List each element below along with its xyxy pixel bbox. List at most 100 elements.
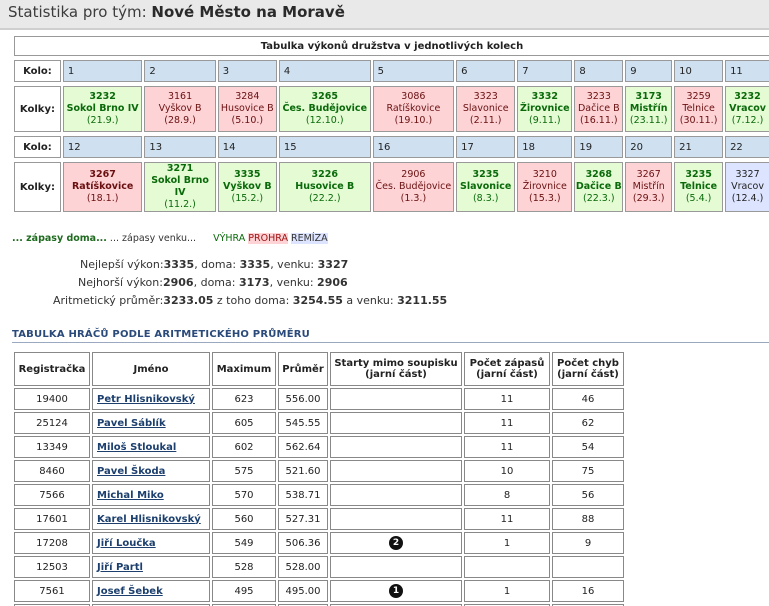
maximum-cell: 549: [212, 532, 276, 554]
round-number: 20: [625, 136, 673, 158]
rounds-table: Tabulka výkonů družstva v jednotlivých k…: [12, 36, 769, 212]
errors-cell: 9: [552, 532, 624, 554]
table-row: 8460 Pavel Škoda 575 521.60 10 75: [14, 460, 624, 482]
round-score: 3235: [685, 169, 712, 180]
round-opponent: Žirovnice: [522, 181, 567, 192]
average-cell: 538.71: [278, 484, 328, 506]
player-link[interactable]: Josef Šebek: [97, 586, 163, 597]
kolo-label: Kolo:: [14, 136, 61, 158]
round-number: 15: [278, 136, 371, 158]
round-result: 3232 Sokol Brno IV (21.9.): [62, 86, 143, 132]
round-number: 11: [725, 60, 769, 82]
round-number: 10: [674, 60, 724, 82]
legend: ... zápasy doma... ... zápasy venku... V…: [12, 233, 328, 244]
round-number: 13: [144, 136, 216, 158]
maximum-cell: 528: [212, 556, 276, 578]
round-date: (1.3.): [400, 193, 427, 204]
round-opponent: Vracov: [729, 103, 766, 114]
round-date: (12.10.): [305, 115, 344, 126]
round-score: 3173: [635, 91, 662, 102]
errors-cell: 54: [552, 436, 624, 458]
content-area: Tabulka výkonů družstva v jednotlivých k…: [0, 28, 769, 606]
round-score: 3235: [472, 169, 499, 180]
kolky-label: Kolky:: [14, 86, 61, 132]
player-link[interactable]: Pavel Škoda: [97, 466, 165, 477]
table-row: 17208 Jiří Loučka 549 506.36 2 1 9: [14, 532, 624, 554]
round-date: (5.4.): [685, 193, 712, 204]
registration-cell: 25124: [14, 412, 90, 434]
player-link[interactable]: Jiří Partl: [97, 562, 143, 573]
registration-cell: 7566: [14, 484, 90, 506]
round-result: 3210 Žirovnice (15.3.): [517, 162, 573, 212]
round-score: 3323: [473, 91, 498, 102]
round-result: 3265 Čes. Budějovice (12.10.): [278, 86, 371, 132]
player-link[interactable]: Karel Hlisnikovský: [97, 514, 201, 525]
page-title: Statistika pro tým: Nové Město na Moravě: [8, 3, 345, 21]
round-date: (23.11.): [629, 115, 668, 126]
round-number: 18: [517, 136, 573, 158]
round-result: 3161 Vyškov B (28.9.): [144, 86, 216, 132]
player-link[interactable]: Pavel Sáblík: [97, 418, 166, 429]
round-number: 2: [144, 60, 216, 82]
player-link[interactable]: Miloš Stloukal: [97, 442, 176, 453]
legend-away: ... zápasy venku...: [106, 233, 197, 244]
table-row: 17601 Karel Hlisnikovský 560 527.31 11 88: [14, 508, 624, 530]
table-row: 12503 Jiří Partl 528 528.00: [14, 556, 624, 578]
player-link[interactable]: Petr Hlisnikovský: [97, 394, 195, 405]
round-score: 3233: [586, 91, 611, 102]
round-score: 3226: [311, 169, 338, 180]
round-opponent: Ratíškovice: [386, 103, 441, 114]
average-cell: 562.64: [278, 436, 328, 458]
name-cell: Jiří Partl: [92, 556, 210, 578]
round-score: 3267: [89, 169, 116, 180]
name-cell: Petr Hlisnikovský: [92, 388, 210, 410]
matches-cell: 11: [464, 388, 550, 410]
legend-win: VÝHRA: [213, 233, 246, 244]
round-result: 2906 Čes. Budějovice (1.3.): [372, 162, 455, 212]
table-row: 25124 Pavel Sáblík 605 545.55 11 62: [14, 412, 624, 434]
round-number: 3: [217, 60, 277, 82]
round-score: 3265: [311, 91, 338, 102]
round-score: 3268: [585, 169, 613, 180]
round-score: 3271: [166, 163, 194, 174]
player-link[interactable]: Michal Miko: [97, 490, 164, 501]
matches-cell: 1: [464, 580, 550, 602]
registration-cell: 7561: [14, 580, 90, 602]
player-link[interactable]: Jiří Loučka: [97, 538, 156, 549]
round-score: 3232: [734, 91, 761, 102]
round-opponent: Mistřín: [629, 103, 668, 114]
column-header: Průměr: [278, 352, 328, 386]
round-number: 4: [278, 60, 371, 82]
page-title-prefix: Statistika pro tým:: [8, 3, 152, 21]
errors-cell: 62: [552, 412, 624, 434]
round-number: 16: [372, 136, 455, 158]
registration-cell: 12503: [14, 556, 90, 578]
round-score: 3161: [167, 91, 193, 102]
round-result: 3268 Dačice B (22.3.): [574, 162, 624, 212]
legend-draw: REMÍZA: [290, 233, 328, 244]
matches-cell: [464, 556, 550, 578]
round-date: (18.1.): [86, 193, 119, 204]
matches-cell: 11: [464, 436, 550, 458]
column-header: Registračka: [14, 352, 90, 386]
stat-average: Aritmetický průměr:3233.05 z toho doma: …: [53, 294, 448, 307]
name-cell: Pavel Škoda: [92, 460, 210, 482]
count-badge: 1: [389, 584, 403, 598]
table-row: 7566 Michal Miko 570 538.71 8 56: [14, 484, 624, 506]
column-header: Jméno: [92, 352, 210, 386]
round-date: (2.11.): [469, 115, 502, 126]
round-opponent: Sokol Brno IV: [66, 103, 139, 114]
round-date: (15.2.): [231, 193, 264, 204]
round-number: 22: [725, 136, 769, 158]
round-date: (29.3.): [632, 193, 665, 204]
errors-cell: 16: [552, 580, 624, 602]
round-result: 3235 Telnice (5.4.): [674, 162, 724, 212]
round-opponent: Žirovnice: [519, 103, 570, 114]
maximum-cell: 570: [212, 484, 276, 506]
round-opponent: Sokol Brno IV: [151, 175, 209, 198]
round-score: 3210: [532, 169, 557, 180]
round-result: 3226 Husovice B (22.2.): [278, 162, 371, 212]
round-result: 3332 Žirovnice (9.11.): [517, 86, 573, 132]
starts-cell: 2: [330, 532, 462, 554]
round-date: (21.9.): [86, 115, 119, 126]
